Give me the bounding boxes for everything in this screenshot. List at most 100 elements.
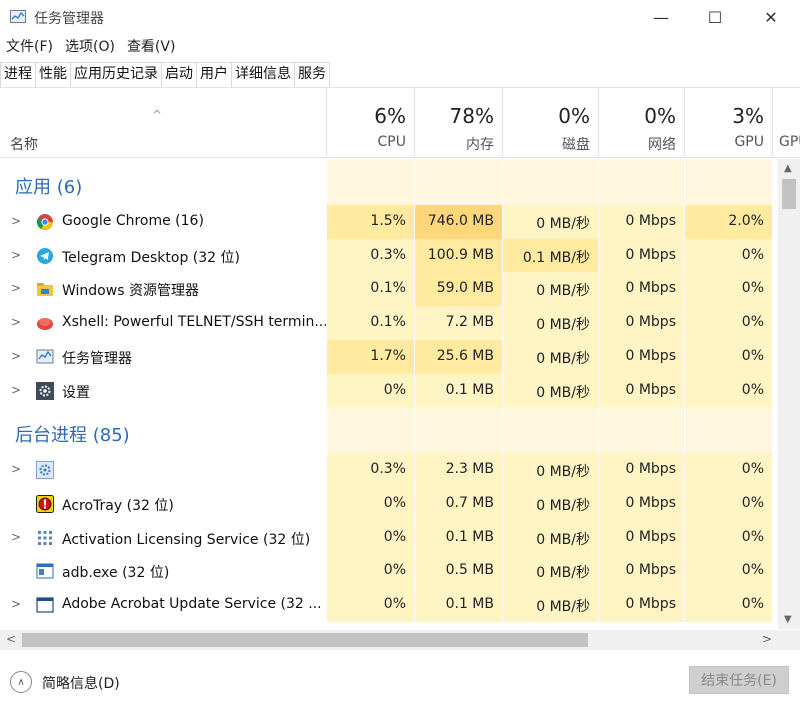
minimize-button[interactable]: — [638,0,684,34]
minimize-icon: — [653,7,669,27]
menu-file[interactable]: 文件(F) [0,36,59,58]
footer: ∧ 简略信息(D) 结束任务(E) [0,652,800,710]
scroll-up-icon[interactable]: ▲ [784,163,792,174]
memory-cell-value: 0.1 MB [445,528,494,545]
process-row[interactable]: > 任务管理器 1.7% 25.6 MB 0 MB/秒 0 Mbps 0% [0,339,776,374]
tab-startup[interactable]: 启动 [161,62,197,87]
group-blank-cell [326,159,414,205]
collapse-up-icon[interactable]: ∧ [10,671,32,693]
process-row[interactable]: >0.3% 2.3 MB 0 MB/秒 0 Mbps 0% [0,453,776,488]
cpu-total: 6% [374,104,406,128]
expand-chevron-icon[interactable]: > [11,214,21,228]
process-row[interactable]: > Google Chrome (16) 1.5% 746.0 MB 0 MB/秒 0 M… [0,205,776,239]
process-name: Adobe Acrobat Update Service (32 ... [62,596,322,612]
scroll-right-icon[interactable]: > [762,632,772,646]
process-row[interactable]: > Activation Licensing Service (32 位) 0% 0.… [0,520,776,555]
column-memory[interactable]: 78% 内存 [414,88,502,158]
cpu-cell-value: 1.7% [370,347,406,364]
network-cell: 0 Mbps [598,373,684,408]
process-name: Xshell: Powerful TELNET/SSH termin... [62,314,328,331]
gpu-label: GPU [734,134,764,150]
cpu-cell-value: 0% [383,381,406,398]
group-title: 应用 (6) [15,177,83,198]
process-name: 任务管理器 [62,350,132,367]
expand-chevron-icon[interactable]: > [11,597,21,611]
end-task-button[interactable]: 结束任务(E) [689,666,789,694]
cpu-cell-value: 0.3% [370,246,406,263]
scroll-left-icon[interactable]: < [6,632,16,646]
gpu-cell: 0% [684,373,772,408]
disk-cell-value: 0 MB/秒 [536,565,590,582]
memory-cell-value: 0.5 MB [445,562,494,579]
expand-chevron-icon[interactable]: > [11,462,21,476]
tab-services[interactable]: 服务 [294,62,330,87]
expand-chevron-icon[interactable]: > [11,315,21,329]
expand-chevron-icon[interactable]: > [11,281,21,295]
expand-chevron-icon[interactable]: > [11,383,21,397]
group-blank-cell [502,407,598,454]
network-cell-value: 0 Mbps [625,528,676,545]
group-blank-cell [684,407,772,454]
tab-users[interactable]: 用户 [196,62,232,87]
horizontal-scroll-thumb[interactable] [22,633,588,647]
exe-icon [36,562,54,580]
sort-up-icon[interactable]: ^ [152,108,162,122]
telegram-icon [36,247,54,265]
maximize-icon: ☐ [707,7,723,27]
process-name-cell: > Activation Licensing Service (32 位) [0,521,326,555]
explorer-icon [36,280,54,298]
horizontal-scrollbar[interactable]: < > [0,630,778,650]
tab-processes[interactable]: 进程 [0,62,36,87]
scroll-down-icon[interactable]: ▼ [784,614,792,625]
tab-details[interactable]: 详细信息 [231,62,295,87]
column-gpu[interactable]: 3% GPU [684,88,772,158]
cpu-cell: 1.5% [326,205,414,239]
menu-bar: 文件(F) 选项(O) 查看(V) [0,36,181,58]
column-cpu[interactable]: 6% CPU [326,88,414,158]
process-row[interactable]: > Telegram Desktop (32 位) 0.3% 100.9 MB 0.1 … [0,238,776,273]
process-row[interactable]: > 设置 0% 0.1 MB 0 MB/秒 0 Mbps 0% [0,373,776,408]
gpu-cell: 0% [684,238,772,273]
process-row[interactable]: > Windows 资源管理器 0.1% 59.0 MB 0 MB/秒 0 Mbps 0% [0,272,776,307]
gpu-cell-value: 0% [741,280,764,297]
process-row[interactable]: AcroTray (32 位) 0% 0.7 MB 0 MB/秒 0 Mbps 0% [0,486,776,521]
column-disk[interactable]: 0% 磁盘 [502,88,598,158]
vertical-scroll-thumb[interactable] [782,179,796,209]
process-row[interactable]: > Xshell: Powerful TELNET/SSH termin... 0.… [0,306,776,341]
process-row[interactable]: adb.exe (32 位) 0% 0.5 MB 0 MB/秒 0 Mbps 0% [0,554,776,589]
maximize-button[interactable]: ☐ [692,0,738,34]
menu-view[interactable]: 查看(V) [121,36,182,58]
gpu-cell: 0% [684,339,772,374]
gpu-cell-value: 0% [741,381,764,398]
cpu-cell: 0% [326,486,414,521]
tab-performance[interactable]: 性能 [35,62,71,87]
close-button[interactable]: ✕ [748,0,794,34]
fewer-details-link[interactable]: 简略信息(D) [42,673,120,693]
process-name: Google Chrome (16) [62,213,204,229]
gpu-cell-value: 0% [741,246,764,263]
disk-cell-value: 0 MB/秒 [536,464,590,481]
expand-chevron-icon[interactable]: > [11,248,21,262]
title-bar: 任务管理器 — ☐ ✕ [0,0,800,34]
process-row[interactable]: > Adobe Acrobat Update Service (32 ... 0% 0… [0,588,776,622]
expand-chevron-icon[interactable]: > [11,349,21,363]
process-name: Windows 资源管理器 [62,283,199,300]
network-cell-value: 0 Mbps [625,314,676,331]
column-name[interactable]: 名称 [10,134,38,154]
memory-cell-value: 746.0 MB [427,213,494,229]
group-title: 后台进程 (85) [15,425,130,447]
process-name-cell: > Telegram Desktop (32 位) [0,239,326,273]
expand-chevron-icon[interactable]: > [11,530,21,544]
chrome-icon [36,213,54,231]
disk-cell-value: 0.1 MB/秒 [522,249,590,266]
vertical-scrollbar[interactable]: ▲ ▼ [778,159,800,629]
tab-app-history[interactable]: 应用历史记录 [70,62,162,87]
process-name: 设置 [62,384,90,401]
memory-cell: 2.3 MB [414,453,502,488]
column-network[interactable]: 0% 网络 [598,88,684,158]
memory-total: 78% [449,104,494,128]
menu-options[interactable]: 选项(O) [59,36,121,58]
cpu-cell-value: 0% [383,596,406,612]
column-gpu-engine[interactable]: GPU [772,88,800,158]
disk-cell-value: 0 MB/秒 [536,283,590,300]
